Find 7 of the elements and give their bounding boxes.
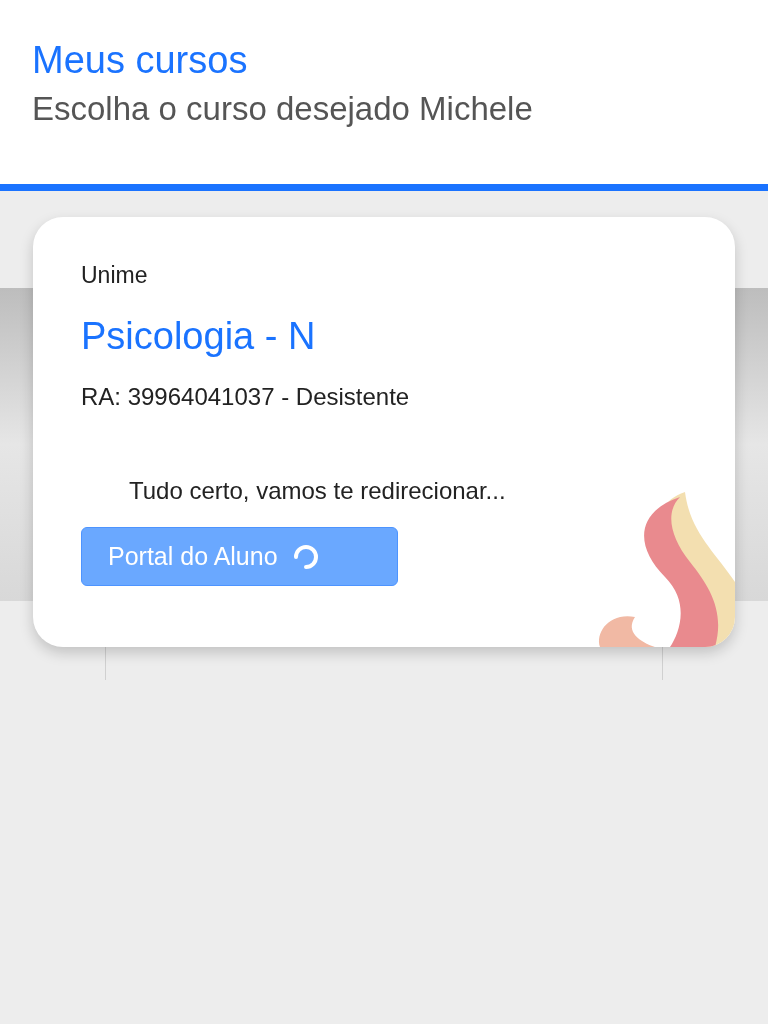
student-id: RA: 39964041037 - Desistente (81, 382, 411, 412)
institution-name: Unime (81, 261, 149, 289)
course-name: Psicologia - N (81, 314, 317, 358)
page-subtitle: Escolha o curso desejado Michele (32, 89, 534, 129)
page-title: Meus cursos (32, 38, 249, 82)
redirect-message: Tudo certo, vamos te redirecionar... (129, 476, 507, 506)
portal-button[interactable]: Portal do Aluno (81, 527, 398, 586)
